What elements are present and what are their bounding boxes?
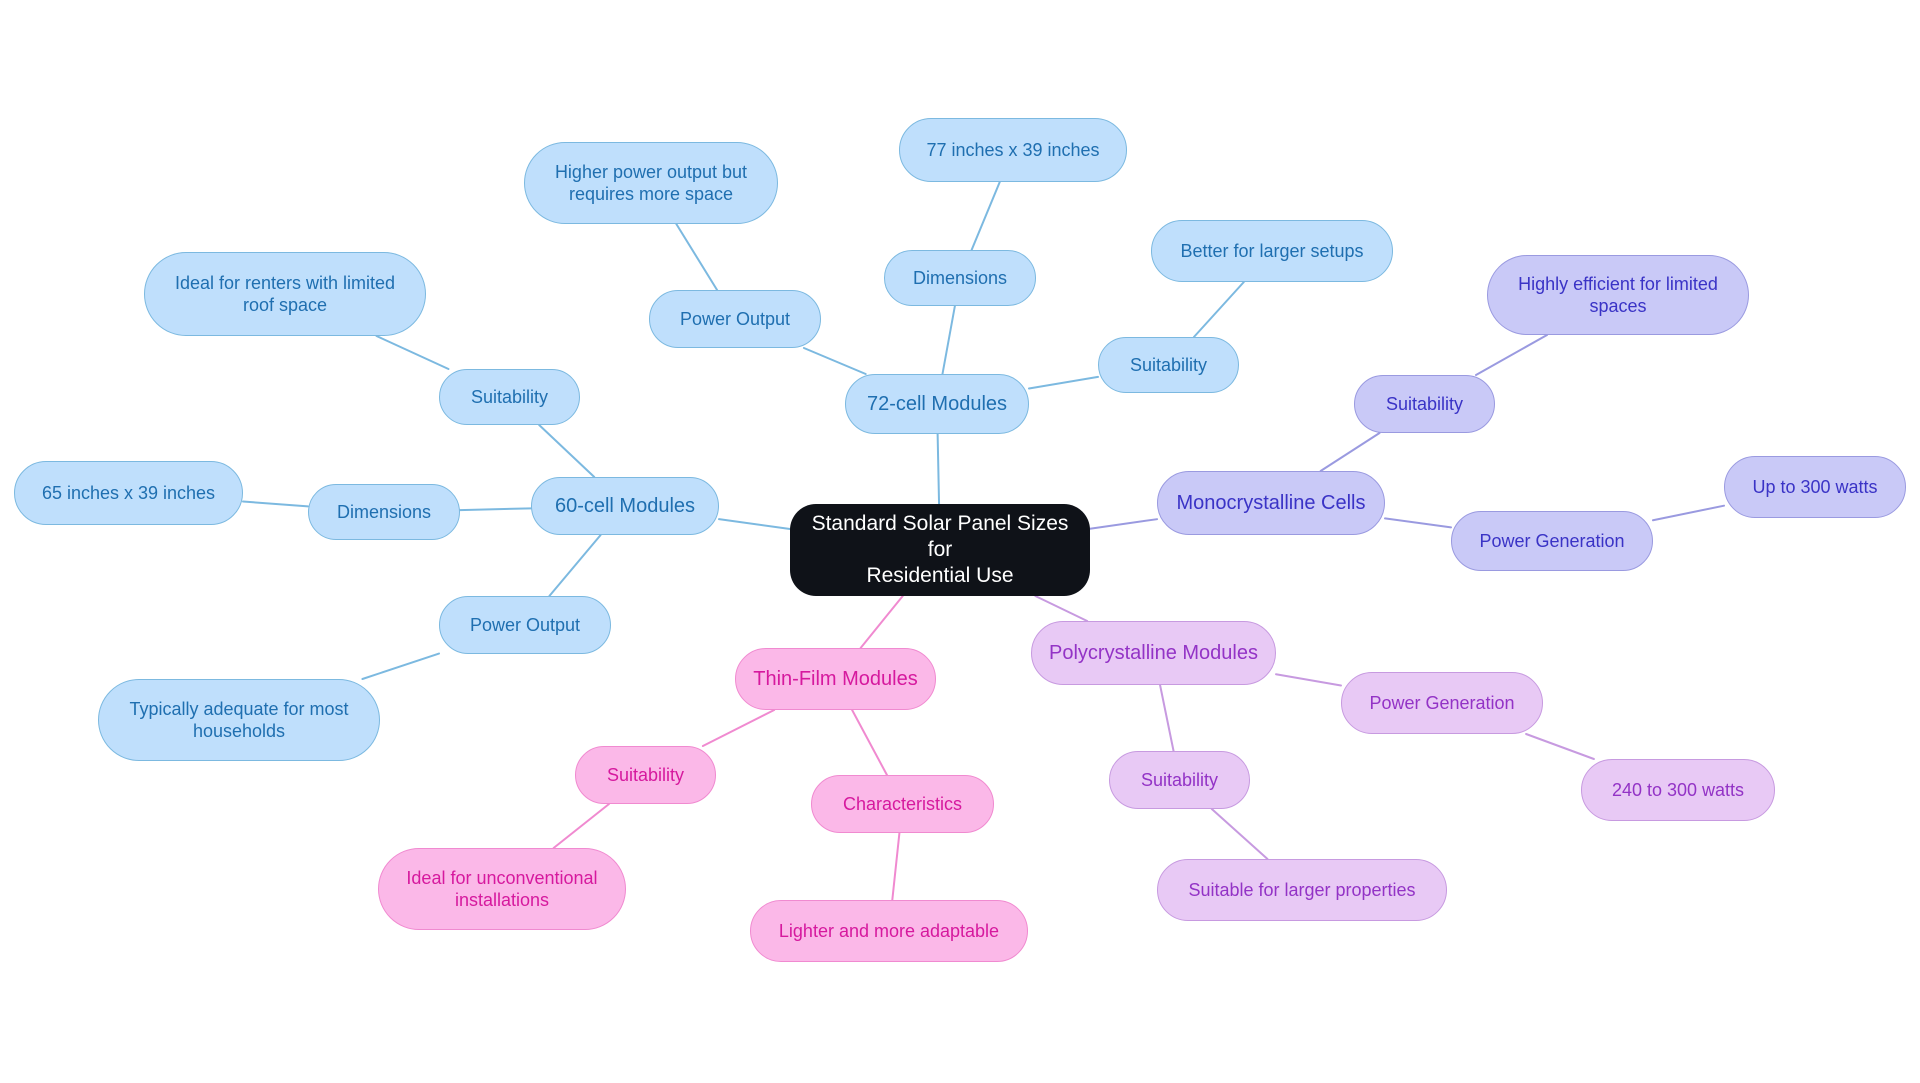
mindmap-node-poly_pow_v[interactable]: 240 to 300 watts (1581, 759, 1775, 821)
mindmap-node-label: Suitability (1140, 769, 1219, 790)
mindmap-node-root[interactable]: Standard Solar Panel Sizes for Residenti… (790, 504, 1090, 596)
mindmap-edge-poly_suit-to-poly_suit_v (1210, 808, 1269, 860)
mindmap-edge-thin-to-thin_char (851, 709, 888, 776)
mindmap-node-label: Monocrystalline Cells (1176, 491, 1366, 514)
mindmap-edge-m60-to-m60_dim (459, 507, 532, 512)
mindmap-node-label: Higher power output but requires more sp… (554, 161, 748, 205)
mindmap-node-label: Power Output (679, 308, 791, 329)
mindmap-node-poly[interactable]: Polycrystalline Modules (1031, 621, 1276, 685)
mindmap-node-m72_pow_v[interactable]: Higher power output but requires more sp… (524, 142, 778, 224)
mindmap-node-label: Standard Solar Panel Sizes for Residenti… (811, 511, 1069, 588)
mindmap-node-m60_pow[interactable]: Power Output (439, 596, 611, 654)
mindmap-edge-thin_suit-to-thin_suit_v (552, 803, 610, 849)
mindmap-edge-poly-to-poly_suit (1159, 684, 1175, 752)
mindmap-node-m72[interactable]: 72-cell Modules (845, 374, 1029, 434)
mindmap-node-label: Suitable for larger properties (1188, 879, 1416, 900)
mindmap-node-label: Dimensions (912, 267, 1008, 288)
mindmap-node-label: Ideal for renters with limited roof spac… (174, 272, 396, 316)
mindmap-edge-root-to-m72 (936, 433, 941, 505)
mindmap-node-m60_suit[interactable]: Suitability (439, 369, 580, 425)
mindmap-edge-mono-to-mono_pow (1384, 517, 1452, 529)
mindmap-node-m72_pow[interactable]: Power Output (649, 290, 821, 348)
mindmap-node-poly_pow[interactable]: Power Generation (1341, 672, 1543, 734)
mindmap-node-m60_pow_v[interactable]: Typically adequate for most households (98, 679, 380, 761)
mindmap-node-m60[interactable]: 60-cell Modules (531, 477, 719, 535)
mindmap-edge-m60_suit-to-m60_suit_v (375, 335, 450, 370)
mindmap-edge-mono-to-mono_suit (1319, 432, 1381, 472)
mindmap-edge-m72-to-m72_suit (1028, 375, 1099, 390)
mindmap-edge-m72_pow-to-m72_pow_v (675, 223, 719, 291)
mindmap-node-label: 240 to 300 watts (1611, 779, 1745, 800)
mindmap-node-label: Polycrystalline Modules (1049, 641, 1258, 664)
mindmap-node-label: Suitability (606, 764, 685, 785)
mindmap-node-label: Better for larger setups (1180, 240, 1364, 261)
mindmap-node-m72_dim[interactable]: Dimensions (884, 250, 1036, 306)
mindmap-node-label: 72-cell Modules (866, 392, 1008, 415)
mindmap-edge-m72-to-m72_pow (802, 347, 867, 375)
mindmap-node-mono_suit_v[interactable]: Highly efficient for limited spaces (1487, 255, 1749, 335)
mindmap-node-label: Dimensions (336, 501, 432, 522)
mindmap-node-m60_dim_v[interactable]: 65 inches x 39 inches (14, 461, 243, 525)
mindmap-node-poly_suit[interactable]: Suitability (1109, 751, 1250, 809)
mindmap-node-label: Typically adequate for most households (129, 698, 349, 742)
mindmap-edge-mono_suit-to-mono_suit_v (1474, 334, 1548, 376)
mindmap-edge-root-to-poly (1034, 595, 1089, 622)
mindmap-node-thin_suit_v[interactable]: Ideal for unconventional installations (378, 848, 626, 930)
mindmap-node-label: Power Output (469, 614, 581, 635)
mindmap-node-label: Lighter and more adaptable (778, 920, 1000, 941)
mindmap-node-label: Suitability (1385, 393, 1464, 414)
mindmap-edge-m60_pow-to-m60_pow_v (361, 652, 440, 680)
mindmap-node-m72_suit_v[interactable]: Better for larger setups (1151, 220, 1393, 282)
mindmap-edge-thin_char-to-thin_char_v (891, 832, 901, 901)
mindmap-node-label: 65 inches x 39 inches (41, 482, 216, 503)
mindmap-edge-m60_dim-to-m60_dim_v (242, 500, 309, 508)
mindmap-node-mono_pow[interactable]: Power Generation (1451, 511, 1653, 571)
mindmap-edge-m60-to-m60_pow (548, 534, 602, 597)
mindmap-node-mono_pow_v[interactable]: Up to 300 watts (1724, 456, 1906, 518)
mindmap-node-thin_suit[interactable]: Suitability (575, 746, 716, 804)
mindmap-node-m60_dim[interactable]: Dimensions (308, 484, 460, 540)
mindmap-node-label: 60-cell Modules (554, 494, 696, 517)
mindmap-edge-m72_dim-to-m72_dim_v (970, 181, 1001, 251)
mindmap-edge-mono_pow-to-mono_pow_v (1652, 504, 1725, 522)
mindmap-edge-m60-to-m60_suit (538, 424, 596, 478)
mindmap-node-mono[interactable]: Monocrystalline Cells (1157, 471, 1385, 535)
mindmap-edge-m72-to-m72_dim (941, 305, 956, 375)
mindmap-node-m72_suit[interactable]: Suitability (1098, 337, 1239, 393)
mindmap-node-label: Characteristics (842, 793, 963, 814)
mindmap-edge-poly-to-poly_pow (1275, 673, 1342, 687)
mindmap-edge-m72_suit-to-m72_suit_v (1192, 281, 1245, 338)
mindmap-node-label: Suitability (1129, 354, 1208, 375)
mindmap-node-mono_suit[interactable]: Suitability (1354, 375, 1495, 433)
mindmap-canvas: Standard Solar Panel Sizes for Residenti… (0, 0, 1920, 1083)
mindmap-edge-root-to-mono (1089, 518, 1158, 530)
mindmap-node-label: Highly efficient for limited spaces (1518, 273, 1718, 317)
mindmap-node-poly_suit_v[interactable]: Suitable for larger properties (1157, 859, 1447, 921)
mindmap-node-m72_dim_v[interactable]: 77 inches x 39 inches (899, 118, 1127, 182)
mindmap-node-m60_suit_v[interactable]: Ideal for renters with limited roof spac… (144, 252, 426, 336)
mindmap-node-thin[interactable]: Thin-Film Modules (735, 648, 936, 710)
mindmap-node-label: Suitability (470, 386, 549, 407)
mindmap-node-label: Ideal for unconventional installations (406, 867, 598, 911)
mindmap-edge-poly_pow-to-poly_pow_v (1525, 733, 1595, 760)
mindmap-edge-thin-to-thin_suit (701, 709, 776, 747)
mindmap-node-label: Power Generation (1369, 692, 1515, 713)
mindmap-node-thin_char_v[interactable]: Lighter and more adaptable (750, 900, 1028, 962)
mindmap-edge-root-to-m60 (718, 518, 791, 531)
mindmap-node-thin_char[interactable]: Characteristics (811, 775, 994, 833)
mindmap-node-label: Power Generation (1479, 530, 1625, 551)
mindmap-node-label: Thin-Film Modules (753, 667, 918, 690)
mindmap-edge-root-to-thin (859, 595, 904, 649)
mindmap-node-label: Up to 300 watts (1752, 476, 1878, 497)
mindmap-node-label: 77 inches x 39 inches (926, 139, 1100, 160)
